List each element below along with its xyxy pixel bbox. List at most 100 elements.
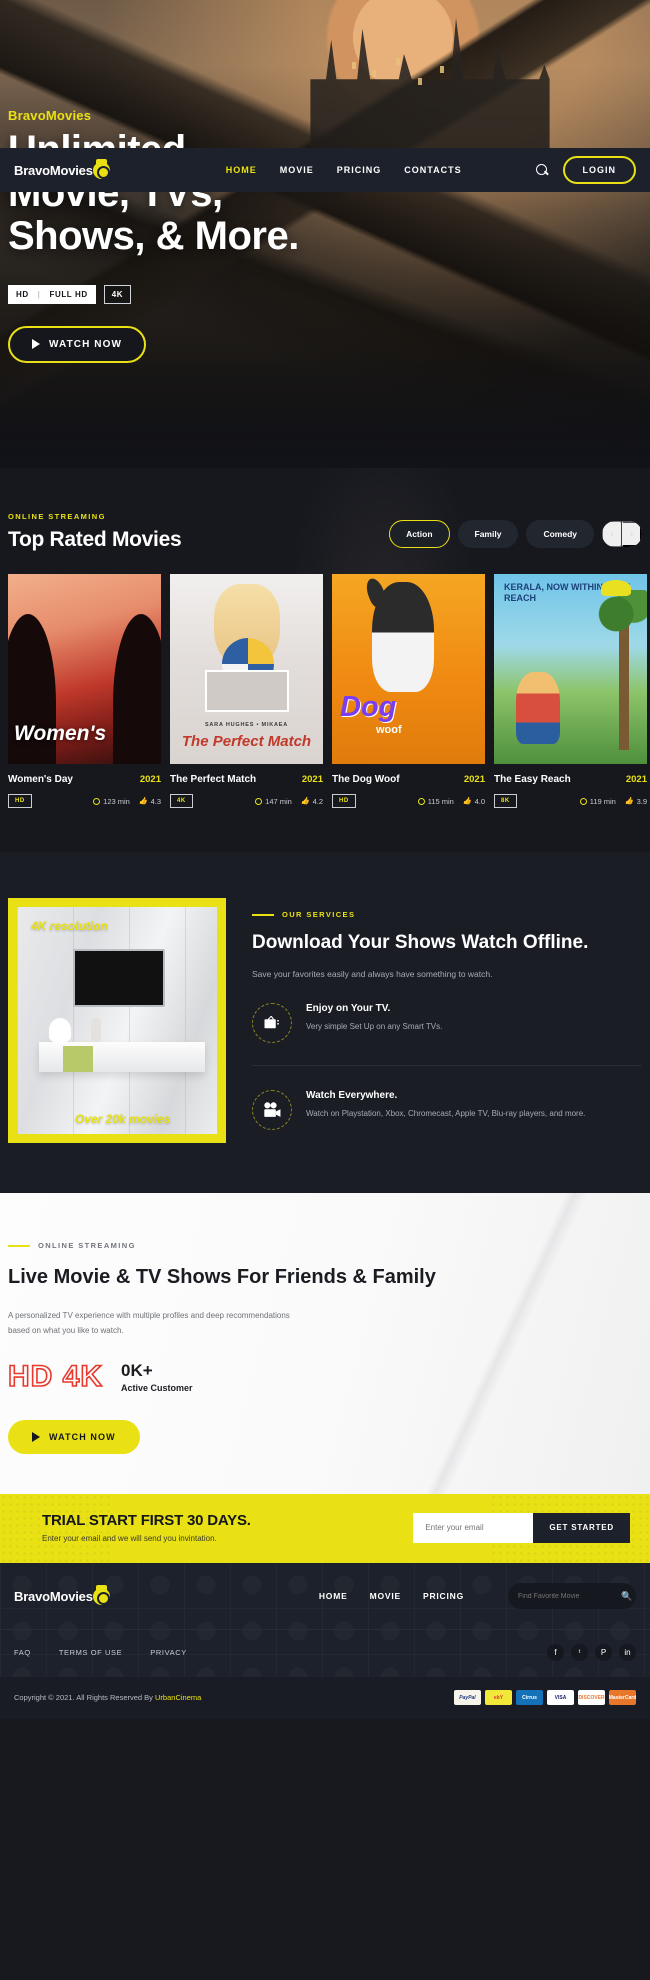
trial-form: GET STARTED [413,1512,630,1543]
film-reel-icon [92,158,110,179]
visa-icon: VISA [547,1690,574,1706]
movie-rating-label: 4.2 [312,796,323,806]
facebook-icon[interactable]: f [547,1644,564,1662]
movie-rating: 👍 4.2 [301,797,323,806]
movie-poster-text: Dog [340,691,397,723]
services-eyebrow: OUR SERVICES [282,910,356,919]
movie-stats: 119 min 👍 3.9 [579,797,647,806]
get-started-button[interactable]: GET STARTED [533,1512,630,1543]
filter-action[interactable]: Action [389,520,450,548]
chevron-left-icon[interactable]: ‹ [602,521,622,547]
live-eyebrow-row: ONLINE STREAMING [8,1241,642,1250]
copyright-brand: UrbanCinema [155,1693,202,1703]
twitter-icon[interactable]: ᵗ [571,1644,588,1662]
movie-poster[interactable]: Women's [8,574,161,764]
footer-link-terms[interactable]: TERMS OF USE [59,1648,122,1657]
brand-name: BravoMovies [14,162,93,178]
service-description: Watch on Playstation, Xbox, Chromecast, … [306,1108,586,1118]
services-image: 4K resolution Over 20k movies [17,907,217,1134]
hd-4k-label: HD 4K [7,1360,104,1395]
thumbs-up-icon: 👍 [300,798,310,805]
movie-poster[interactable]: SARA HUGHES • MIKAEA The Perfect Match [170,574,323,764]
trial-subtext: Enter your email and we will send you in… [42,1534,217,1544]
ebay-icon: ebY [485,1690,512,1706]
service-description: Very simple Set Up on any Smart TVs. [306,1021,443,1031]
movie-stats: 115 min 👍 4.0 [417,796,485,806]
movie-poster[interactable]: KERALA, NOW WITHIN EASY REACH [494,574,647,764]
live-watch-now-label: WATCH NOW [49,1432,116,1443]
top-rated-title: Top Rated Movies [8,528,182,551]
discover-icon: DISCOVER [578,1690,605,1706]
trial-heading: TRIAL START FIRST 30 DAYS. [42,1512,251,1530]
navbar-links: HOME MOVIE PRICING CONTACTS [226,165,462,175]
clock-icon [255,797,263,805]
hero-bottom-gradient [0,348,650,468]
movie-rating: 👍 4.3 [139,797,161,806]
footer-nav-movie[interactable]: MOVIE [370,1591,401,1601]
tv-console-drawer [63,1046,93,1072]
search-icon[interactable]: 🔍 [621,1591,632,1602]
movie-meta: The Perfect Match 2021 [170,774,323,785]
movie-poster[interactable]: Dog woof [332,574,485,764]
movie-card[interactable]: Dog woof The Dog Woof 2021 HD 115 min 👍 … [332,574,485,808]
movie-quality-badge: 4K [170,794,193,808]
footer-brand[interactable]: BravoMovies [14,1584,110,1605]
filter-family[interactable]: Family [457,520,519,548]
pinterest-icon[interactable]: P [595,1644,612,1662]
footer-search-input[interactable] [518,1592,609,1600]
main-navbar: BravoMovies HOME MOVIE PRICING CONTACTS … [0,148,650,192]
movie-quality-badge: 8K [494,794,517,808]
footer-nav: HOME MOVIE PRICING 🔍 [319,1583,636,1610]
footer-nav-pricing[interactable]: PRICING [423,1591,464,1601]
hero-watch-now-button[interactable]: WATCH NOW [8,325,147,363]
movie-card[interactable]: Women's Women's Day 2021 HD 123 min 👍 4.… [8,574,161,808]
mastercard-icon: MasterCard [609,1690,636,1706]
search-icon[interactable] [535,163,549,177]
thumbs-up-icon: 👍 [462,798,472,805]
footer-link-faq[interactable]: FAQ [14,1648,31,1657]
movie-poster-subtext: SARA HUGHES • MIKAEA [204,722,289,728]
movie-stats-row: HD 115 min 👍 4.0 [332,794,485,808]
services-subtitle: Save your favorites easily and always ha… [252,968,493,979]
login-button[interactable]: LOGIN [562,156,636,184]
chevron-right-icon[interactable]: › [622,521,642,547]
movie-stats: 123 min 👍 4.3 [93,797,161,806]
clock-icon [579,797,587,805]
movie-duration-label: 115 min [427,796,454,806]
badge-4k: 4K [103,284,132,304]
filter-comedy[interactable]: Comedy [526,520,594,548]
poster-tree-leaves [593,590,647,638]
services-divider [252,1064,642,1066]
trial-email-input[interactable] [413,1512,534,1543]
active-customer-label: Active Customer [121,1383,193,1394]
linkedin-icon[interactable]: in [619,1644,636,1662]
badge-hd-fullhd: HD | FULL HD [8,284,96,304]
nav-link-movie[interactable]: MOVIE [280,165,314,175]
movie-duration: 115 min [417,796,454,806]
footer-search-box[interactable]: 🔍 [508,1583,636,1610]
movie-duration: 119 min [579,797,616,806]
live-watch-now-button[interactable]: WATCH NOW [8,1420,140,1455]
social-links: f ᵗ P in [547,1644,636,1662]
live-title: Live Movie & TV Shows For Friends & Fami… [8,1266,436,1288]
badge-separator: | [37,289,41,299]
nav-link-home[interactable]: HOME [226,165,257,175]
nav-link-pricing[interactable]: PRICING [337,165,382,175]
movie-card[interactable]: KERALA, NOW WITHIN EASY REACH The Easy R… [494,574,647,808]
movie-stats-row: 4K 147 min 👍 4.2 [170,794,323,808]
movie-card-list: Women's Women's Day 2021 HD 123 min 👍 4.… [8,574,647,808]
services-eyebrow-row: OUR SERVICES [252,910,642,919]
live-paragraph: A personalized TV experience with multip… [8,1311,290,1336]
footer-nav-home[interactable]: HOME [319,1591,348,1601]
tv-icon [252,1002,292,1043]
film-reel-icon [92,1584,110,1605]
navbar-right: LOGIN [535,156,636,184]
nav-link-contacts[interactable]: CONTACTS [404,165,461,175]
movie-card[interactable]: SARA HUGHES • MIKAEA The Perfect Match T… [170,574,323,808]
movie-year: 2021 [139,774,161,785]
service-heading: Watch Everywhere. [306,1089,398,1101]
navbar-brand[interactable]: BravoMovies [14,158,110,179]
movie-duration-label: 123 min [103,796,130,806]
service-item-text: Watch Everywhere. Watch on Playstation, … [306,1090,585,1121]
footer-link-privacy[interactable]: PRIVACY [150,1648,187,1657]
